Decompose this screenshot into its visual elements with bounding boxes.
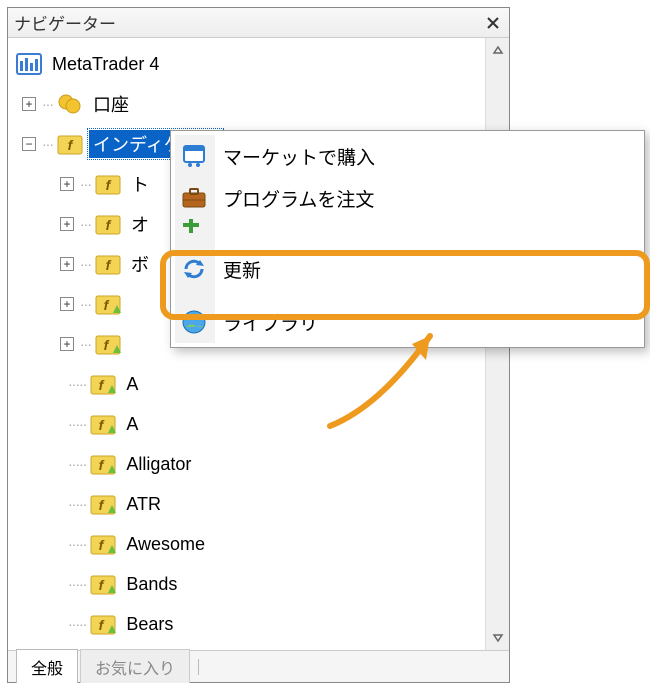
tab-label: 全般 [31, 661, 63, 678]
fx-icon: f [90, 531, 116, 557]
tree-item[interactable]: ·····f Alligator [12, 444, 505, 484]
tree-label: A [122, 373, 142, 396]
menu-label: 更新 [223, 256, 261, 283]
menu-order-program[interactable]: プログラムを注文 [171, 177, 644, 219]
fx-icon: f [90, 491, 116, 517]
tree-item[interactable]: ·····fA [12, 364, 505, 404]
tree-connector: ····· [68, 616, 86, 632]
folder-f-icon: f [95, 211, 121, 237]
menu-item-truncated[interactable] [171, 219, 644, 237]
menu-label: ライブラリ [223, 309, 318, 336]
globe-icon [181, 309, 207, 335]
tab-separator [198, 659, 199, 675]
scroll-down-icon[interactable] [486, 626, 509, 650]
tree-label: オ [127, 210, 153, 238]
fx-icon: f [90, 611, 116, 637]
titlebar: ナビゲーター [8, 8, 509, 38]
tree-connector: ··· [80, 216, 91, 232]
tab-general[interactable]: 全般 [16, 649, 78, 683]
folder-fx-icon: f [95, 331, 121, 357]
tree-label: Alligator [122, 453, 195, 476]
expand-icon[interactable]: + [22, 97, 36, 111]
account-icon [57, 91, 83, 117]
briefcase-icon [181, 185, 207, 211]
close-button[interactable] [483, 13, 503, 33]
tree-label: ATR [122, 493, 165, 516]
menu-label: マーケットで購入 [223, 143, 375, 170]
refresh-icon [181, 256, 207, 282]
expand-icon[interactable]: + [60, 257, 74, 271]
tree-label: Awesome [122, 533, 209, 556]
tree-connector: ··· [80, 336, 91, 352]
tree-label: Bears [122, 613, 177, 636]
tree-connector: ····· [68, 416, 86, 432]
tree-connector: ··· [80, 256, 91, 272]
tree-connector: ··· [80, 176, 91, 192]
expand-icon[interactable]: + [60, 337, 74, 351]
tree-label: MetaTrader 4 [48, 53, 163, 76]
tree-connector: ····· [68, 456, 86, 472]
tree-connector: ····· [68, 376, 86, 392]
tree-label: ト [127, 170, 153, 198]
menu-library[interactable]: ライブラリ [171, 301, 644, 343]
menu-refresh[interactable]: 更新 [171, 237, 644, 301]
tab-favorites[interactable]: お気に入り [80, 649, 190, 683]
tree-label: A [122, 413, 142, 436]
tree-connector: ··· [42, 136, 53, 152]
expand-icon[interactable]: + [60, 217, 74, 231]
cart-icon [181, 143, 207, 169]
folder-f-icon: f [95, 171, 121, 197]
fx-icon: f [90, 451, 116, 477]
tree-connector: ··· [42, 96, 53, 112]
fx-icon: f [90, 411, 116, 437]
close-icon [487, 17, 499, 29]
tree-root[interactable]: MetaTrader 4 [12, 44, 505, 84]
fx-icon: f [90, 571, 116, 597]
expand-icon[interactable]: + [60, 177, 74, 191]
context-menu: マーケットで購入 プログラムを注文 更新 ライブラリ [170, 130, 645, 348]
tree-connector: ····· [68, 536, 86, 552]
tree-item[interactable]: ·····f Bands [12, 564, 505, 604]
menu-label: プログラムを注文 [223, 185, 374, 212]
tree-item[interactable]: ·····f Awesome [12, 524, 505, 564]
tree-account[interactable]: + ··· 口座 [12, 84, 505, 124]
collapse-icon[interactable]: − [22, 137, 36, 151]
folder-f-icon: f [95, 251, 121, 277]
tree-item[interactable]: ·····f Bears [12, 604, 505, 644]
panel-title: ナビゲーター [14, 10, 483, 35]
plus-icon [181, 219, 207, 237]
tabs: 全般 お気に入り [8, 650, 509, 682]
tree-connector: ··· [80, 296, 91, 312]
folder-fx-icon: f [95, 291, 121, 317]
tree-connector: ····· [68, 576, 86, 592]
tree-label: ボ [127, 250, 153, 278]
tree-item[interactable]: ·····f ATR [12, 484, 505, 524]
tree-label: 口座 [89, 90, 133, 118]
expand-icon[interactable]: + [60, 297, 74, 311]
folder-f-icon: f [57, 131, 83, 157]
mt4-icon [16, 51, 42, 77]
tab-label: お気に入り [95, 661, 175, 678]
scroll-up-icon[interactable] [486, 38, 509, 62]
tree-item[interactable]: ·····fA [12, 404, 505, 444]
menu-buy-market[interactable]: マーケットで購入 [171, 135, 644, 177]
tree-connector: ····· [68, 496, 86, 512]
tree-label: Bands [122, 573, 181, 596]
fx-icon: f [90, 371, 116, 397]
